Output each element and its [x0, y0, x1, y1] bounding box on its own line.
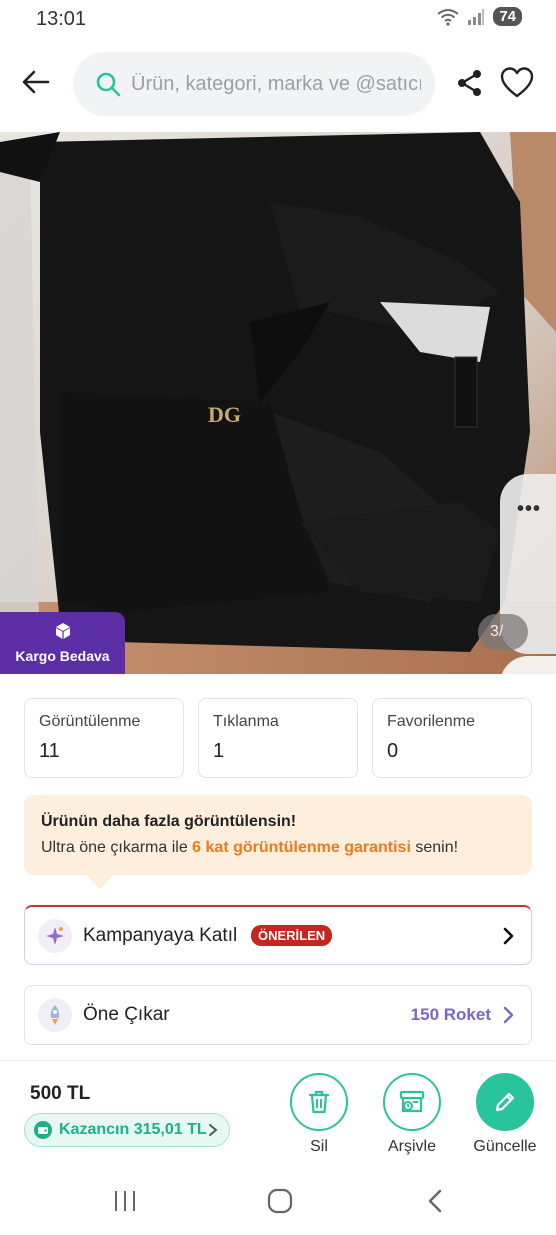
recent-apps-icon[interactable] — [112, 1189, 138, 1213]
svg-text:DG: DG — [208, 402, 241, 427]
delete-label: Sil — [310, 1138, 328, 1155]
campaign-title: Kampanyaya Katıl — [83, 924, 238, 946]
stat-views: Görüntülenme 11 — [24, 698, 184, 778]
share-icon[interactable] — [455, 68, 485, 98]
earning-text: Kazancın 315,01 TL — [59, 1121, 207, 1138]
join-campaign-row[interactable]: Kampanyaya Katıl ÖNERİLEN — [24, 905, 532, 965]
archive-button[interactable]: Arşivle — [372, 1073, 452, 1156]
stat-value: 1 — [213, 740, 225, 762]
back-arrow-icon[interactable] — [18, 64, 54, 100]
stat-label: Favorilenme — [387, 713, 476, 730]
bottom-action-bar: 500 TL Kazancın 315,01 TL Sil Arşivle Gü… — [0, 1060, 556, 1164]
archive-icon — [399, 1090, 425, 1113]
delete-button[interactable]: Sil — [279, 1073, 359, 1156]
rocket-count: 150 Roket — [410, 1005, 491, 1024]
nav-back-icon[interactable] — [424, 1187, 446, 1215]
promo-text-before: Ultra öne çıkarma ile — [41, 839, 193, 856]
status-icons: 74 — [437, 7, 522, 26]
stat-label: Görüntülenme — [39, 713, 141, 730]
search-input[interactable] — [131, 72, 421, 96]
system-nav-bar — [0, 1165, 556, 1235]
update-button[interactable]: Güncelle — [465, 1073, 545, 1156]
more-dots-icon[interactable]: ••• — [517, 498, 541, 521]
search-icon — [96, 72, 121, 97]
promo-title: Ürünün daha fazla görüntülensin! — [41, 813, 297, 830]
heart-icon[interactable] — [500, 66, 534, 100]
package-icon — [55, 623, 70, 639]
stat-value: 0 — [387, 740, 399, 762]
home-icon[interactable] — [266, 1187, 294, 1215]
header — [0, 44, 556, 124]
product-photo: DG — [0, 132, 556, 674]
archive-label: Arşivle — [387, 1138, 436, 1155]
status-time: 13:01 — [36, 8, 87, 30]
campaign-icon — [38, 918, 72, 953]
update-circle[interactable] — [476, 1073, 534, 1131]
recommended-badge: ÖNERİLEN — [251, 925, 333, 946]
price: 500 TL — [30, 1083, 91, 1104]
stat-favorites: Favorilenme 0 — [372, 698, 532, 778]
promo-banner[interactable]: Ürünün daha fazla görüntülensin! Ultra ö… — [24, 795, 532, 875]
status-bar: 13:01 74 — [0, 0, 556, 38]
earning-pill[interactable]: Kazancın 315,01 TL — [24, 1113, 230, 1147]
wifi-icon — [437, 8, 459, 26]
battery-indicator: 74 — [493, 7, 522, 26]
pencil-icon — [495, 1092, 515, 1112]
image-page-indicator: 3/ — [478, 614, 528, 650]
chevron-right-icon — [503, 1006, 514, 1024]
signal-icon — [468, 8, 485, 25]
free-shipping-label: Kargo Bedava — [15, 648, 110, 664]
update-label: Güncelle — [473, 1138, 537, 1155]
free-shipping-badge: Kargo Bedava — [0, 612, 125, 674]
delete-circle[interactable] — [290, 1073, 348, 1131]
chevron-right-icon — [208, 1124, 218, 1136]
stat-value: 11 — [39, 740, 60, 762]
promo-text: Ultra öne çıkarma ile 6 kat görüntülenme… — [41, 839, 532, 857]
search-bar[interactable] — [73, 52, 435, 116]
chevron-right-icon — [503, 927, 514, 944]
archive-circle[interactable] — [383, 1073, 441, 1131]
rocket-icon — [38, 998, 72, 1032]
promo-highlight: 6 kat görüntülenme garantisi — [192, 839, 411, 856]
stat-label: Tıklanma — [213, 713, 279, 730]
stat-clicks: Tıklanma 1 — [198, 698, 358, 778]
product-image[interactable]: DG ••• — [0, 132, 556, 674]
boost-row[interactable]: Öne Çıkar 150 Roket — [24, 985, 532, 1045]
wallet-icon — [34, 1121, 52, 1139]
boost-title: Öne Çıkar — [83, 1004, 170, 1025]
promo-pointer — [86, 875, 114, 889]
trash-icon — [308, 1090, 330, 1114]
promo-text-after: senin! — [410, 839, 459, 856]
